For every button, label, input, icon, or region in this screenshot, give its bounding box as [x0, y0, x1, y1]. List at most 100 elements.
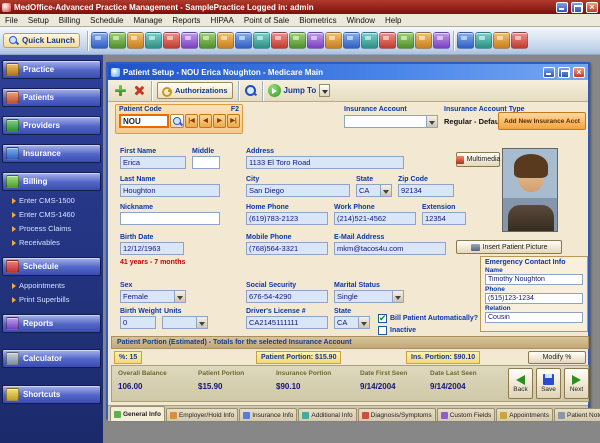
sidebar-item-schedule[interactable]: Schedule: [2, 257, 101, 276]
letters-icon[interactable]: [343, 32, 360, 49]
social-security-input[interactable]: [246, 290, 328, 303]
patients-icon[interactable]: [91, 32, 108, 49]
next-record-button[interactable]: [213, 114, 226, 128]
drivers-license-input[interactable]: [246, 316, 328, 329]
middle-input[interactable]: [192, 156, 220, 169]
sidebar-item-billing[interactable]: Billing: [2, 172, 101, 191]
dl-state-select[interactable]: CA: [334, 316, 370, 329]
sidebar-item-enter-cms-1460[interactable]: Enter CMS-1460: [2, 209, 101, 220]
backup-icon[interactable]: [457, 32, 474, 49]
sex-select[interactable]: Female: [120, 290, 186, 303]
menu-point-of-sale[interactable]: Point of Sale: [239, 16, 294, 25]
insert-patient-picture-button[interactable]: Insert Patient Picture: [456, 240, 562, 254]
multimedia-button[interactable]: Multimedia: [456, 152, 500, 167]
sidebar-item-calculator[interactable]: Calculator: [2, 349, 101, 368]
sidebar-item-providers[interactable]: Providers: [2, 116, 101, 135]
last-name-input[interactable]: [120, 184, 220, 197]
add-new-insurance-acct-button[interactable]: Add New Insurance Acct: [498, 112, 586, 130]
sidebar-item-process-claims[interactable]: Process Claims: [2, 223, 101, 234]
tab-custom-fields[interactable]: Custom Fields: [437, 408, 496, 421]
patient-setup-titlebar[interactable]: Patient Setup - NOU Erica Noughton - Med…: [108, 64, 588, 80]
settings-icon[interactable]: [475, 32, 492, 49]
maximize-button[interactable]: [571, 2, 583, 13]
jump-to-dropdown-button[interactable]: [319, 84, 330, 97]
modify-percent-button[interactable]: Modify %: [528, 351, 586, 364]
menu-file[interactable]: File: [0, 16, 23, 25]
statements-icon[interactable]: [325, 32, 342, 49]
tab-insurance-info[interactable]: Insurance Info: [239, 408, 297, 421]
process-claims-icon[interactable]: [199, 32, 216, 49]
hipaa-icon[interactable]: [361, 32, 378, 49]
menu-schedule[interactable]: Schedule: [85, 16, 128, 25]
menu-help[interactable]: Help: [380, 16, 406, 25]
delete-patient-icon[interactable]: [131, 83, 146, 98]
save-button[interactable]: Save: [536, 368, 561, 399]
app-titlebar[interactable]: MedOffice-Advanced Practice Management -…: [0, 0, 600, 14]
menu-window[interactable]: Window: [342, 16, 380, 25]
last-record-button[interactable]: [227, 114, 240, 128]
sidebar-item-shortcuts[interactable]: Shortcuts: [2, 385, 101, 404]
cms-1460-icon[interactable]: [181, 32, 198, 49]
appointments-icon[interactable]: [271, 32, 288, 49]
first-name-input[interactable]: [120, 156, 186, 169]
nickname-input[interactable]: [120, 212, 220, 225]
practice-icon[interactable]: [127, 32, 144, 49]
providers-icon[interactable]: [109, 32, 126, 49]
chevron-down-icon[interactable]: [392, 291, 403, 302]
work-phone-input[interactable]: [334, 212, 416, 225]
tab-diagnosis-symptoms[interactable]: Diagnosis/Symptoms: [358, 408, 436, 421]
chevron-down-icon[interactable]: [196, 317, 207, 328]
menu-reports[interactable]: Reports: [167, 16, 205, 25]
units-select[interactable]: [162, 316, 208, 329]
sidebar-item-print-superbills[interactable]: Print Superbills: [2, 294, 101, 305]
quick-launch-button[interactable]: Quick Launch: [3, 33, 80, 48]
deposits-icon[interactable]: [253, 32, 270, 49]
calculator-icon[interactable]: [415, 32, 432, 49]
tab-additional-info[interactable]: Additional Info: [298, 408, 356, 421]
address-book-icon[interactable]: [433, 32, 450, 49]
cms-1500-icon[interactable]: [163, 32, 180, 49]
add-patient-icon[interactable]: [113, 83, 128, 98]
zip-code-input[interactable]: [398, 184, 454, 197]
sidebar-item-patients[interactable]: Patients: [2, 88, 101, 107]
menu-setup[interactable]: Setup: [23, 16, 54, 25]
birth-weight-input[interactable]: [120, 316, 156, 329]
minimize-button[interactable]: [556, 2, 568, 13]
mobile-phone-input[interactable]: [246, 242, 328, 255]
reports-icon[interactable]: [307, 32, 324, 49]
menu-billing[interactable]: Billing: [54, 16, 85, 25]
child-close-button[interactable]: [573, 67, 585, 78]
close-button[interactable]: [586, 2, 598, 13]
superbills-icon[interactable]: [289, 32, 306, 49]
chevron-down-icon[interactable]: [358, 317, 369, 328]
help-icon[interactable]: [511, 32, 528, 49]
chevron-down-icon[interactable]: [426, 116, 437, 127]
menu-biometrics[interactable]: Biometrics: [294, 16, 341, 25]
payments-icon[interactable]: [235, 32, 252, 49]
next-button[interactable]: Next: [564, 368, 589, 399]
patient-search-button[interactable]: [170, 114, 184, 128]
birth-date-input[interactable]: [120, 242, 184, 255]
tab-general-info[interactable]: General Info: [110, 406, 165, 421]
sidebar-item-reports[interactable]: Reports: [2, 314, 101, 333]
sidebar-item-enter-cms-1500[interactable]: Enter CMS-1500: [2, 195, 101, 206]
child-maximize-button[interactable]: [558, 67, 570, 78]
first-record-button[interactable]: [185, 114, 198, 128]
chevron-down-icon[interactable]: [174, 291, 185, 302]
menu-manage[interactable]: Manage: [129, 16, 168, 25]
menu-hipaa[interactable]: HIPAA: [205, 16, 238, 25]
sidebar-item-appointments[interactable]: Appointments: [2, 280, 101, 291]
sidebar-item-practice[interactable]: Practice: [2, 60, 101, 79]
emergency-phone-input[interactable]: [485, 293, 583, 304]
marital-status-select[interactable]: Single: [334, 290, 404, 303]
biometrics-icon[interactable]: [397, 32, 414, 49]
jump-to-icon[interactable]: [268, 84, 281, 97]
home-phone-input[interactable]: [246, 212, 328, 225]
emergency-relation-input[interactable]: [485, 312, 583, 323]
sidebar-item-receivables[interactable]: Receivables: [2, 237, 101, 248]
state-select[interactable]: CA: [356, 184, 392, 197]
chevron-down-icon[interactable]: [380, 185, 391, 196]
tab-patient-notes[interactable]: Patient Notes: [554, 408, 600, 421]
inactive-checkbox[interactable]: [378, 326, 387, 335]
receivables-icon[interactable]: [217, 32, 234, 49]
